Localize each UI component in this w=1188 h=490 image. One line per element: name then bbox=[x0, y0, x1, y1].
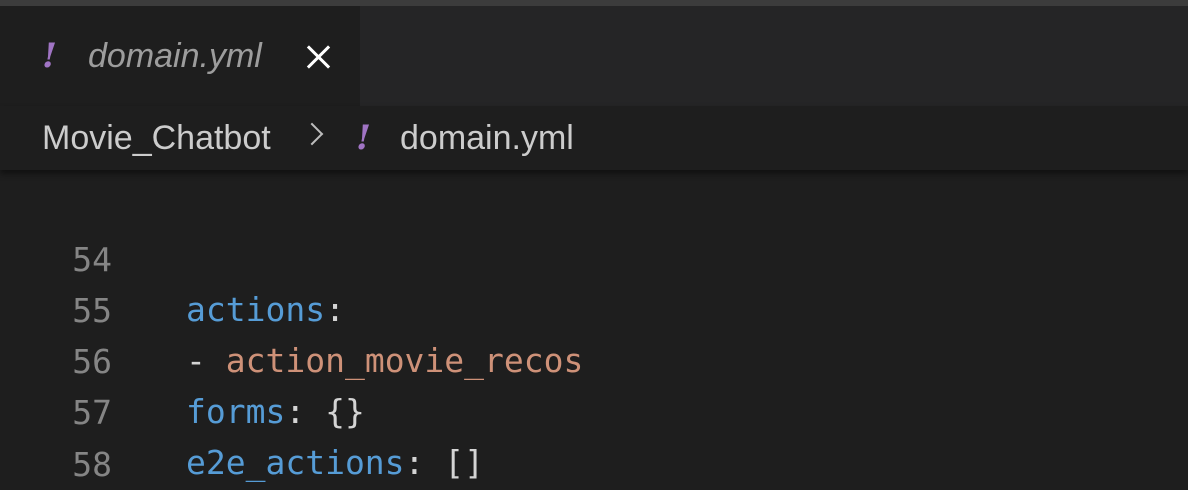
close-icon[interactable] bbox=[300, 39, 336, 75]
editor-window: ! domain.yml Movie_Chatbot ! domain.yml … bbox=[0, 0, 1188, 490]
breadcrumb-folder[interactable]: Movie_Chatbot bbox=[42, 116, 271, 160]
clipped-previous-line bbox=[186, 170, 1186, 178]
code-line: 57 e2e_actions: [] bbox=[0, 338, 1188, 482]
yaml-key: e2e_actions bbox=[186, 443, 405, 482]
yaml-file-icon: ! bbox=[42, 36, 57, 76]
yaml-file-icon: ! bbox=[356, 118, 371, 158]
chevron-right-icon bbox=[300, 122, 324, 146]
code-line: 56 forms: {} bbox=[0, 287, 1188, 431]
breadcrumb-file[interactable]: domain.yml bbox=[400, 116, 574, 160]
code-line: 54 actions: bbox=[0, 185, 1188, 329]
code-line: 58 bbox=[0, 390, 1188, 484]
tab-bar: ! domain.yml bbox=[0, 6, 1188, 106]
breadcrumb: Movie_Chatbot ! domain.yml bbox=[0, 106, 1188, 170]
code-editor[interactable]: 54 actions: 55 - action_movie_recos 56 f… bbox=[0, 170, 1188, 490]
line-number: 58 bbox=[72, 445, 112, 484]
yaml-value: [] bbox=[444, 443, 485, 482]
code-line: 55 - action_movie_recos bbox=[0, 236, 1188, 380]
tab-label: domain.yml bbox=[88, 37, 262, 75]
yaml-punct: : bbox=[404, 443, 445, 482]
tab-domain-yml[interactable]: ! domain.yml bbox=[0, 6, 360, 106]
